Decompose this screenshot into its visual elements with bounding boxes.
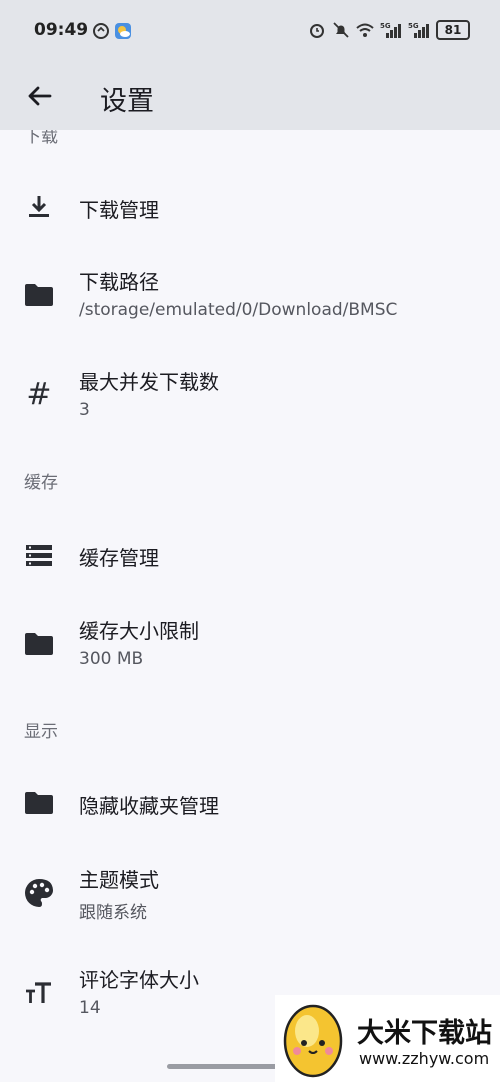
weather-icon	[115, 23, 131, 39]
folder-icon	[25, 284, 53, 306]
mute-icon	[333, 22, 349, 38]
setting-title: 缓存管理	[79, 546, 159, 570]
text-size-icon	[26, 982, 51, 1003]
setting-subtitle: /storage/emulated/0/Download/BMSC	[79, 300, 398, 320]
watermark-name: 大米下载站	[357, 1018, 492, 1049]
status-right-icons: 5G 5G 81	[308, 20, 470, 40]
watermark: 大米下载站 www.zzhyw.com	[275, 995, 500, 1082]
setting-title: 主题模式	[79, 868, 159, 892]
wifi-icon	[356, 23, 374, 37]
setting-subtitle: 3	[79, 400, 90, 420]
arrow-back-icon[interactable]	[20, 76, 60, 116]
signal-5g-icon: 5G	[380, 22, 401, 38]
status-time: 09:49	[34, 20, 89, 40]
storage-icon	[26, 545, 52, 566]
status-left-icons	[92, 22, 132, 40]
folder-icon	[25, 633, 53, 655]
svg-text:5G: 5G	[380, 22, 391, 30]
sync-icon	[93, 23, 109, 39]
page-title: 设置	[100, 86, 154, 117]
setting-subtitle: 14	[79, 998, 101, 1018]
status-bar: 09:49 5G 5G 81	[0, 0, 500, 62]
setting-subtitle: 跟随系统	[79, 903, 147, 923]
setting-hidden-favorites[interactable]: 隐藏收藏夹管理	[0, 770, 500, 840]
setting-title: 缓存大小限制	[79, 619, 199, 643]
setting-theme-mode[interactable]: 主题模式 跟随系统	[0, 856, 500, 936]
signal-5g-icon: 5G	[408, 22, 429, 38]
setting-cache-manage[interactable]: 缓存管理	[0, 522, 500, 592]
folder-icon	[25, 792, 53, 814]
app-bar: 设置	[0, 62, 500, 130]
setting-cache-limit[interactable]: 缓存大小限制 300 MB	[0, 607, 500, 687]
setting-download-manage[interactable]: 下载管理	[0, 174, 500, 244]
hash-icon: #	[26, 377, 52, 412]
download-icon	[29, 196, 49, 217]
palette-icon	[25, 879, 53, 907]
setting-title: 下载管理	[79, 198, 159, 222]
setting-download-path[interactable]: 下载路径 /storage/emulated/0/Download/BMSC	[0, 258, 500, 338]
setting-title: 下载路径	[79, 270, 159, 294]
svg-text:5G: 5G	[408, 22, 419, 30]
section-header-display: 显示	[24, 722, 58, 742]
alarm-icon	[310, 24, 324, 38]
settings-list[interactable]: 下载 下载管理 下载路径 /storage/emulated/0/Downloa…	[0, 130, 500, 1082]
section-header-download: 下载	[24, 130, 58, 147]
setting-title: 评论字体大小	[79, 968, 199, 992]
setting-subtitle: 300 MB	[79, 649, 144, 669]
watermark-logo-icon	[283, 1004, 343, 1078]
battery-indicator: 81	[436, 20, 470, 40]
watermark-url: www.zzhyw.com	[359, 1049, 490, 1068]
setting-title: 隐藏收藏夹管理	[79, 794, 219, 818]
section-header-cache: 缓存	[24, 473, 58, 493]
setting-max-downloads[interactable]: # 最大并发下载数 3	[0, 358, 500, 438]
setting-title: 最大并发下载数	[79, 370, 219, 394]
